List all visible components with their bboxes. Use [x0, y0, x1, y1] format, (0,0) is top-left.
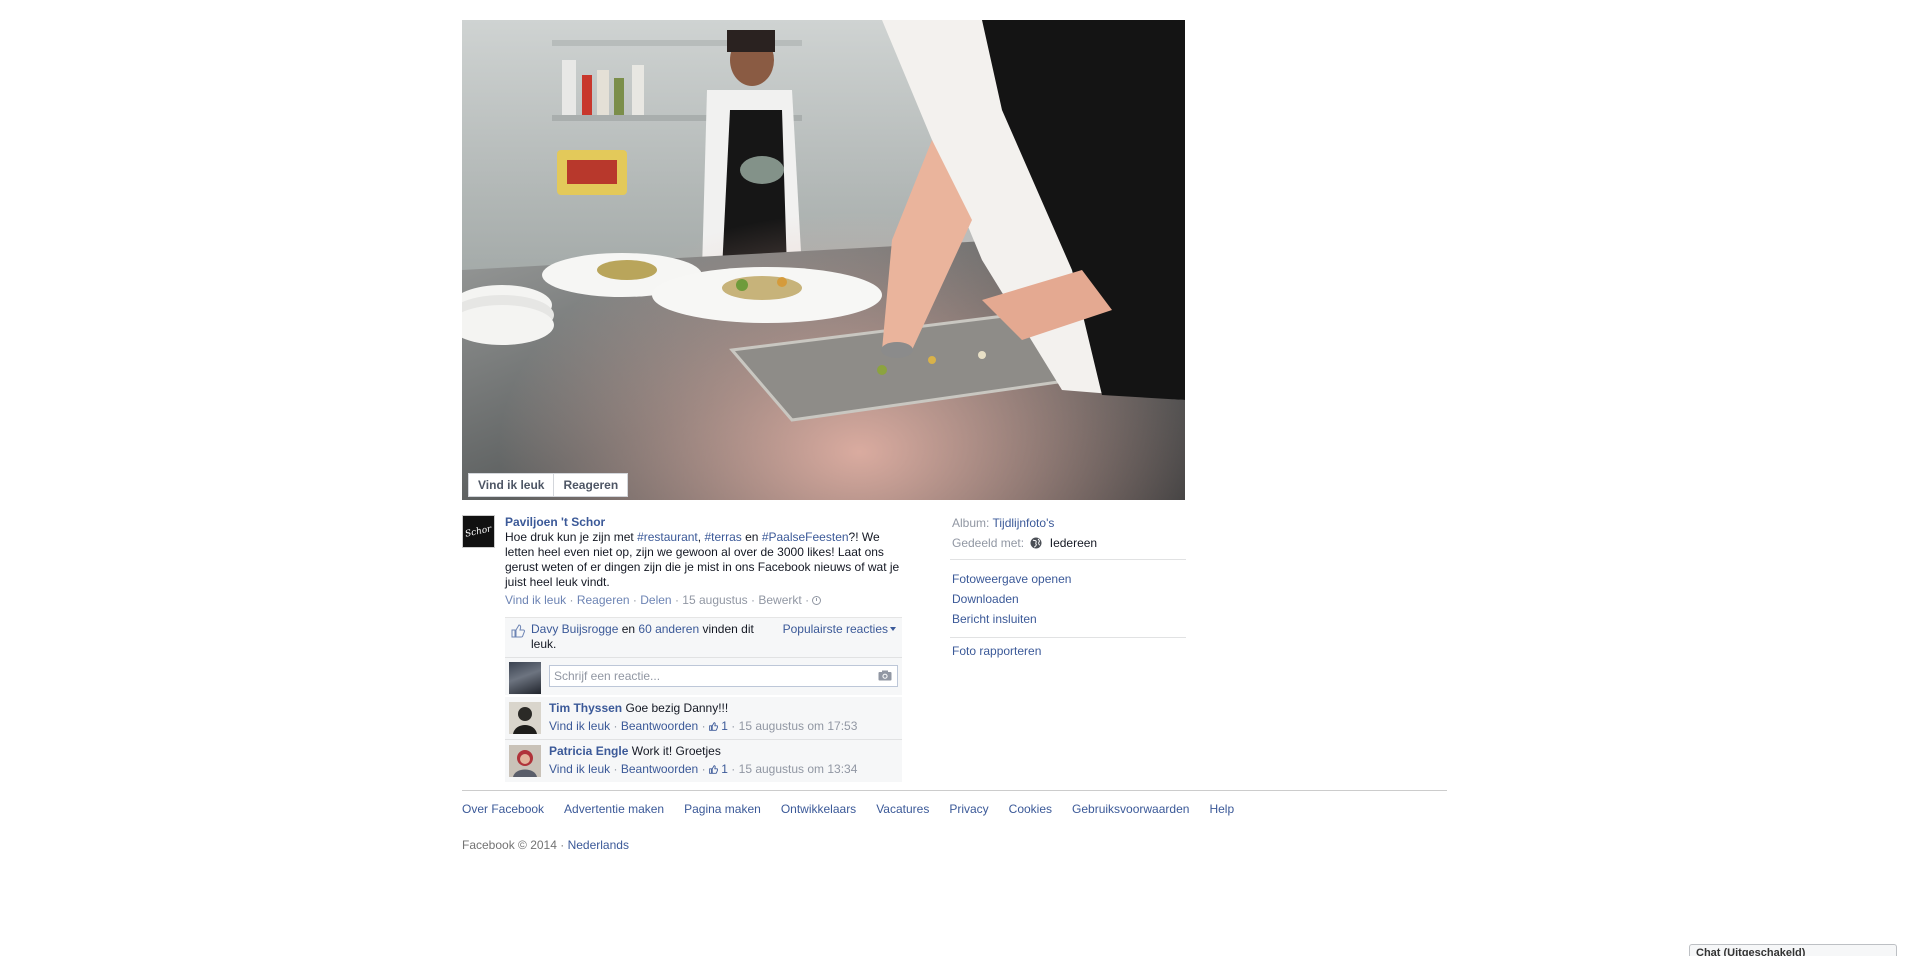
post-text-part: en — [741, 530, 762, 544]
comment-meta: Vind ik leuk · Beantwoorden · 1 · 15 aug… — [549, 762, 858, 776]
shared-value[interactable]: Iedereen — [1050, 536, 1097, 550]
kitchen-photo — [462, 20, 1185, 500]
shared-label: Gedeeld met: — [952, 536, 1025, 550]
album-row: Album: Tijdlijnfoto's — [950, 515, 1186, 531]
footer-link-create-ad[interactable]: Advertentie maken — [564, 801, 664, 817]
comment-text: Goe bezig Danny!!! — [625, 701, 729, 715]
likes-and: en — [618, 622, 639, 636]
commenter-avatar[interactable] — [509, 745, 541, 777]
photo-actions-list: Fotoweergave openen Downloaden Bericht i… — [950, 569, 1186, 629]
post-edited-label[interactable]: Bewerkt — [758, 593, 801, 607]
comment-like-count[interactable]: 1 — [709, 719, 728, 733]
current-user-avatar — [509, 662, 541, 694]
download-link[interactable]: Downloaden — [950, 589, 1186, 609]
language-link[interactable]: Nederlands — [568, 838, 629, 852]
open-photo-viewer-link[interactable]: Fotoweergave openen — [950, 569, 1186, 589]
post-meta: Vind ik leuk · Reageren · Delen · 15 aug… — [505, 593, 905, 608]
album-link[interactable]: Tijdlijnfoto's — [992, 516, 1054, 530]
chevron-down-icon — [890, 627, 896, 631]
likes-text: Davy Buijsrogge en 60 anderen vinden dit… — [531, 622, 776, 652]
like-thumb-icon — [709, 722, 718, 731]
comment-body: Tim Thyssen Goe bezig Danny!!! — [549, 701, 898, 716]
chat-label: Chat (Uitgeschakeld) — [1696, 947, 1806, 956]
comment-like-link[interactable]: Vind ik leuk — [549, 762, 610, 776]
comment-body: Patricia Engle Work it! Groetjes — [549, 744, 898, 759]
hashtag-terras[interactable]: #terras — [704, 530, 741, 544]
comment-input[interactable] — [549, 665, 898, 687]
privacy-row: Gedeeld met: Iedereen — [950, 535, 1186, 551]
comment-reply-link[interactable]: Beantwoorden — [621, 762, 698, 776]
likes-summary: Davy Buijsrogge en 60 anderen vinden dit… — [505, 618, 902, 658]
comment-timestamp[interactable]: 15 augustus om 13:34 — [739, 762, 858, 776]
comment-timestamp[interactable]: 15 augustus om 17:53 — [739, 719, 858, 733]
page-footer: Over Facebook Advertentie maken Pagina m… — [462, 790, 1447, 852]
footer-link-create-page[interactable]: Pagina maken — [684, 801, 761, 817]
feedback-panel: Davy Buijsrogge en 60 anderen vinden dit… — [505, 617, 902, 782]
like-thumb-icon — [709, 765, 718, 774]
post-date-link[interactable]: 15 augustus — [682, 593, 747, 607]
comment-reply-link[interactable]: Beantwoorden — [621, 719, 698, 733]
comment-author-link[interactable]: Patricia Engle — [549, 744, 628, 758]
commenter-avatar[interactable] — [509, 702, 541, 734]
footer-copyright: Facebook © 2014 · Nederlands — [462, 838, 1447, 852]
footer-link-cookies[interactable]: Cookies — [1009, 801, 1052, 817]
like-count-value: 1 — [721, 762, 728, 776]
embed-post-link[interactable]: Bericht insluiten — [950, 609, 1186, 629]
globe-icon — [1030, 537, 1042, 549]
footer-link-terms[interactable]: Gebruiksvoorwaarden — [1072, 801, 1189, 817]
sidebar-divider — [950, 559, 1186, 560]
comment-meta: Vind ik leuk · Beantwoorden · 1 · 15 aug… — [549, 719, 858, 733]
like-count-value: 1 — [721, 719, 728, 733]
copyright-text: Facebook © 2014 · — [462, 838, 568, 852]
post-photo[interactable] — [462, 20, 1185, 500]
footer-link-help[interactable]: Help — [1209, 801, 1234, 817]
post-text: Hoe druk kun je zijn met #restaurant, #t… — [505, 530, 905, 590]
comment-composer — [505, 658, 902, 696]
post-like-link[interactable]: Vind ik leuk — [505, 593, 566, 607]
footer-link-careers[interactable]: Vacatures — [876, 801, 929, 817]
post-share-link[interactable]: Delen — [640, 593, 671, 607]
others-link[interactable]: 60 anderen — [638, 622, 699, 636]
photo-like-button[interactable]: Vind ik leuk — [469, 474, 553, 496]
hashtag-restaurant[interactable]: #restaurant — [637, 530, 698, 544]
post-text-part: Hoe druk kun je zijn met — [505, 530, 638, 544]
photo-comment-button[interactable]: Reageren — [553, 474, 627, 496]
like-thumb-icon — [511, 624, 525, 638]
photo-action-bar: Vind ik leuk Reageren — [468, 473, 629, 497]
footer-link-privacy[interactable]: Privacy — [949, 801, 988, 817]
page-name-link[interactable]: Paviljoen 't Schor — [505, 515, 905, 530]
page-avatar[interactable]: Schor — [462, 515, 495, 548]
comment-item: Patricia Engle Work it! Groetjes Vind ik… — [505, 739, 902, 782]
report-photo-link[interactable]: Foto rapporteren — [950, 644, 1041, 658]
post-comment-link[interactable]: Reageren — [577, 593, 630, 607]
hashtag-paalsefeesten[interactable]: #PaalseFeesten — [762, 530, 849, 544]
sidebar-divider — [950, 637, 1186, 638]
photo-sidebar: Album: Tijdlijnfoto's Gedeeld met: Ieder… — [950, 515, 1186, 659]
page-logo: Schor — [464, 523, 493, 540]
footer-link-developers[interactable]: Ontwikkelaars — [781, 801, 856, 817]
comment-like-link[interactable]: Vind ik leuk — [549, 719, 610, 733]
album-label: Album: — [952, 516, 990, 530]
footer-link-about[interactable]: Over Facebook — [462, 801, 544, 817]
liker-link[interactable]: Davy Buijsrogge — [531, 622, 618, 636]
clock-icon — [812, 596, 822, 605]
comment-item: Tim Thyssen Goe bezig Danny!!! Vind ik l… — [505, 696, 902, 739]
post-body: Paviljoen 't Schor Hoe druk kun je zijn … — [505, 515, 905, 608]
sort-comments-dropdown[interactable]: Populairste reacties — [783, 622, 896, 637]
footer-links: Over Facebook Advertentie maken Pagina m… — [462, 801, 1447, 817]
chat-tab[interactable]: Chat (Uitgeschakeld) — [1689, 944, 1897, 956]
comment-author-link[interactable]: Tim Thyssen — [549, 701, 622, 715]
comment-text: Work it! Groetjes — [631, 744, 721, 758]
camera-icon[interactable] — [878, 670, 892, 681]
comment-like-count[interactable]: 1 — [709, 762, 728, 776]
sort-label: Populairste reacties — [782, 622, 888, 636]
